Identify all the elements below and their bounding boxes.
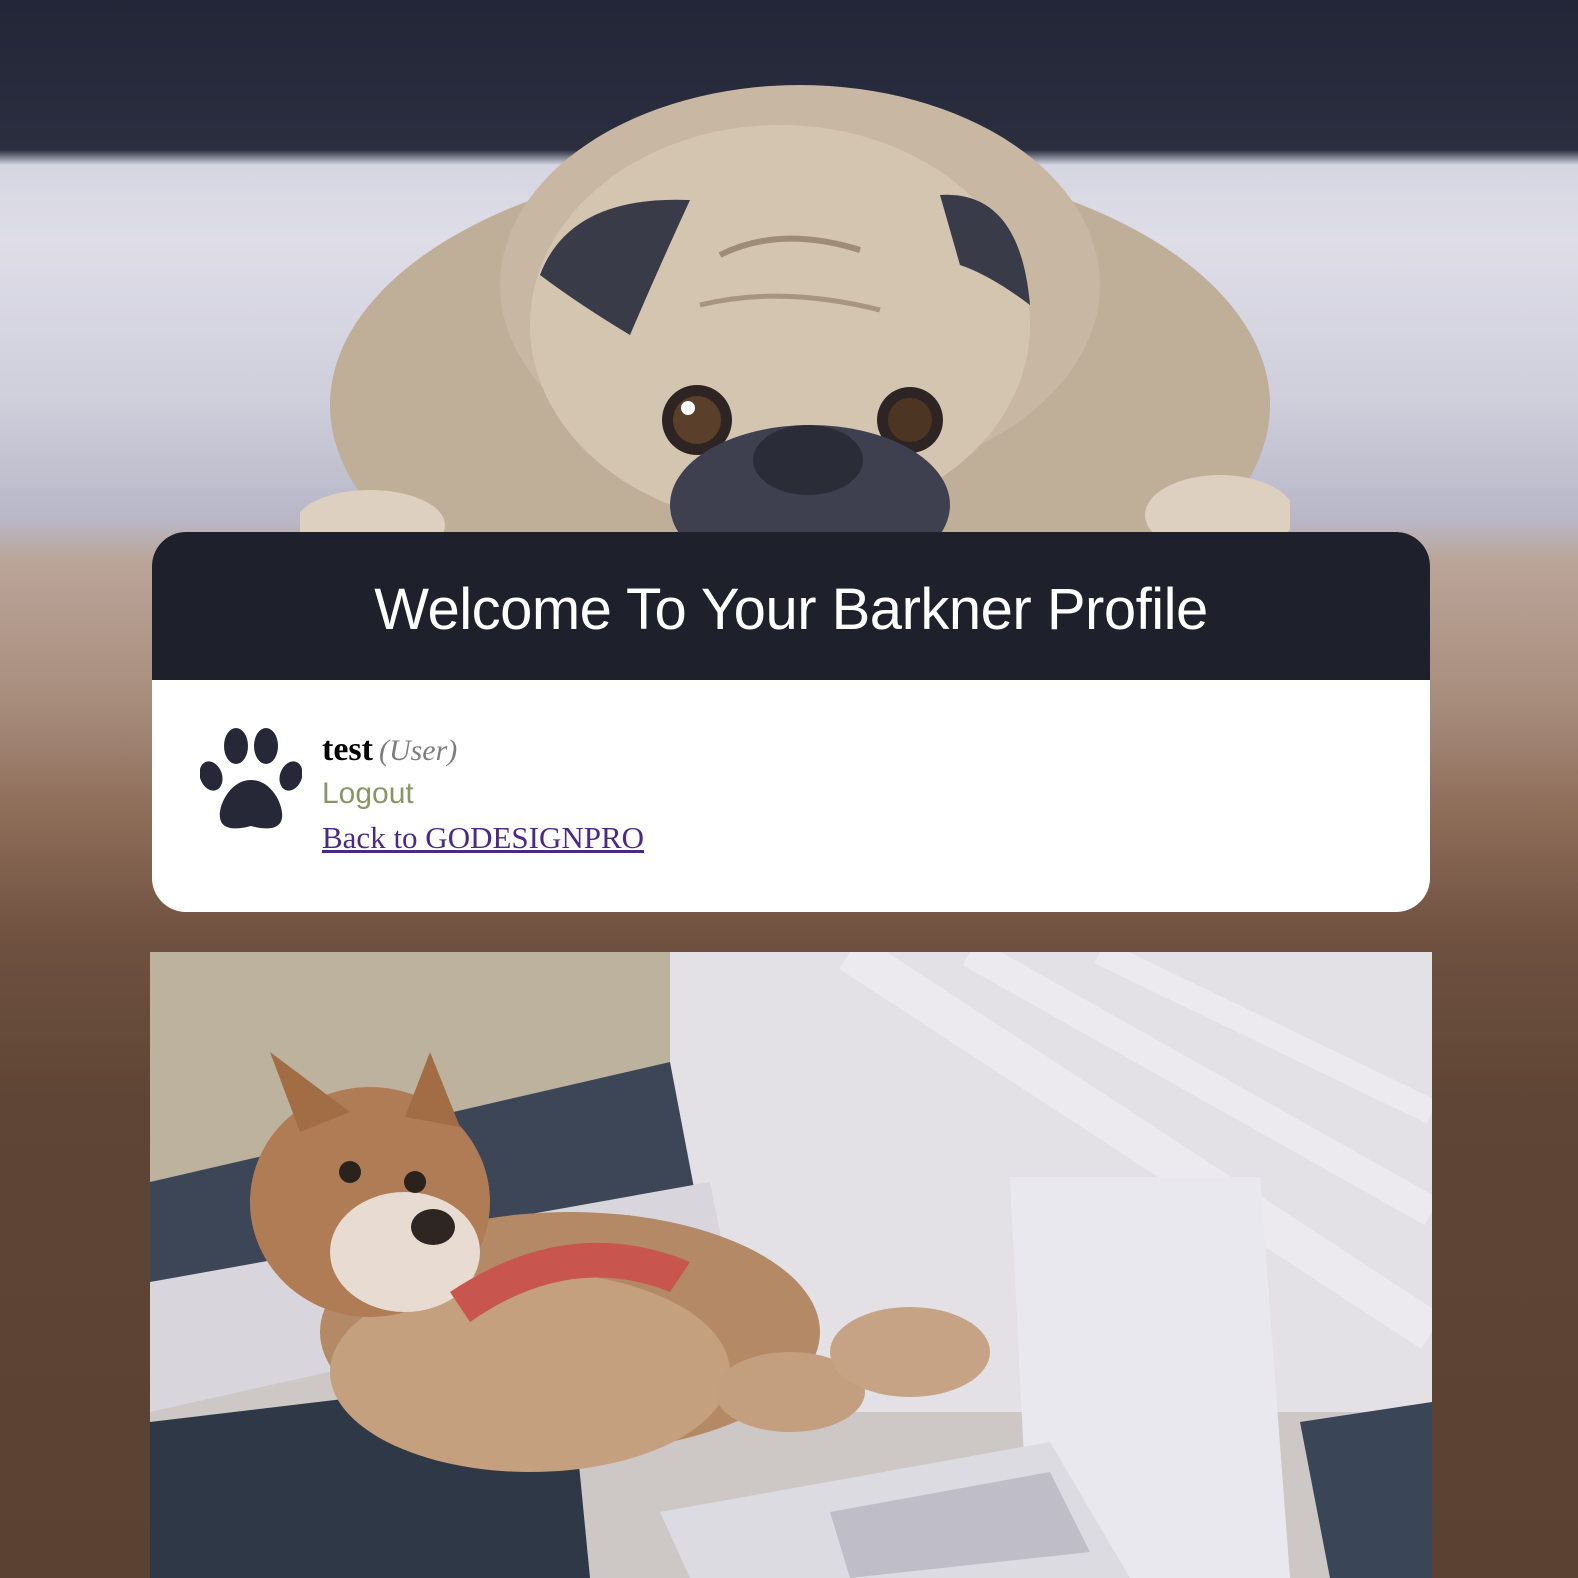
username: test bbox=[322, 731, 373, 768]
back-to-godesignpro-link[interactable]: Back to GODESIGNPRO bbox=[322, 816, 644, 860]
user-role: (User) bbox=[378, 734, 458, 767]
hero-pug-image bbox=[300, 85, 1290, 545]
profile-card: Welcome To Your Barkner Profile test (Use… bbox=[152, 532, 1430, 912]
user-info: test (User) Logout Back to GODESIGNPRO bbox=[322, 728, 644, 860]
page-title: Welcome To Your Barkner Profile bbox=[374, 576, 1208, 642]
paw-icon bbox=[200, 728, 302, 829]
profile-card-header: Welcome To Your Barkner Profile bbox=[152, 532, 1430, 680]
user-line: test (User) bbox=[322, 728, 644, 772]
logout-link[interactable]: Logout bbox=[322, 772, 644, 816]
dog-laptop-image bbox=[150, 952, 1432, 1578]
